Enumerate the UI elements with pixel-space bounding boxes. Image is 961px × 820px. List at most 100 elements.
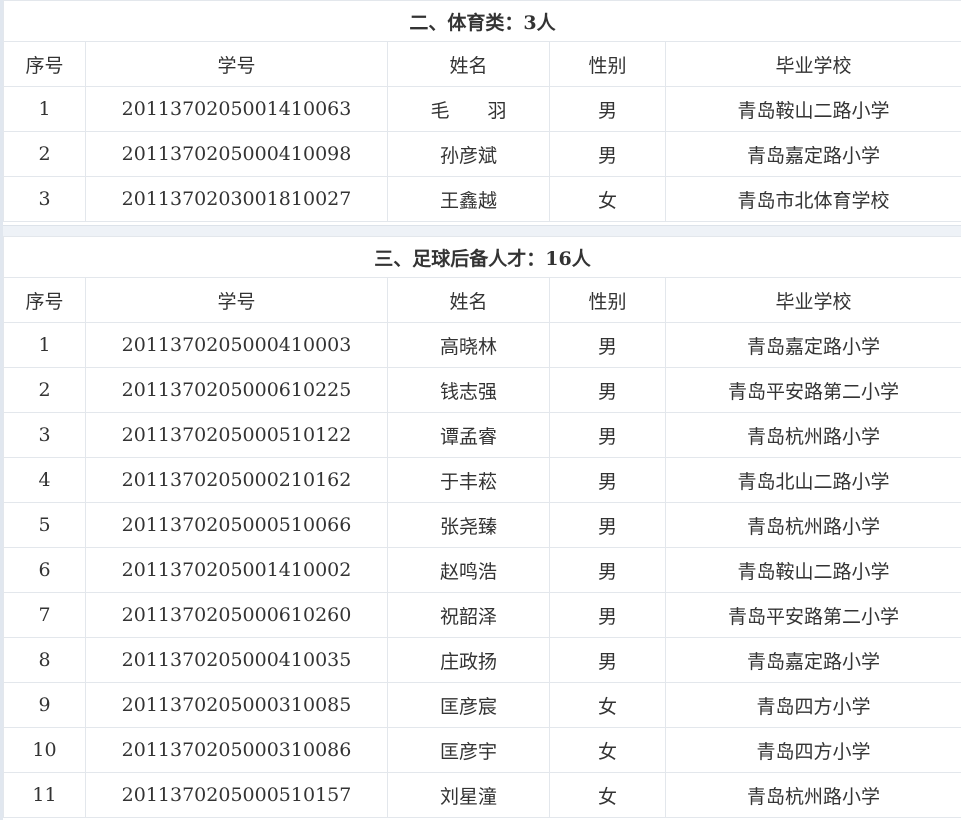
cell-seq: 5 bbox=[3, 502, 86, 548]
section-title: 三、足球后备人才：16人 bbox=[2, 236, 961, 278]
table-row: 9 2011370205000310085 匡彦宸女青岛四方小学 bbox=[3, 682, 961, 728]
cell-student-id: 2011370203001810027 bbox=[85, 176, 388, 222]
cell-student-id: 2011370205000310086 bbox=[85, 727, 388, 773]
cell-gender: 男 bbox=[549, 502, 666, 548]
cell-seq: 2 bbox=[3, 131, 86, 177]
cell-name: 谭孟睿 bbox=[387, 412, 550, 458]
cell-name: 高晓林 bbox=[387, 322, 550, 368]
table-row: 1 2011370205001410063 毛 羽男青岛鞍山二路小学 bbox=[3, 86, 961, 132]
header-seq: 序号 bbox=[3, 41, 86, 87]
cell-name: 于丰菘 bbox=[387, 457, 550, 503]
cell-name: 匡彦宸 bbox=[387, 682, 550, 728]
cell-name: 祝韶泽 bbox=[387, 592, 550, 638]
table-row: 3 2011370203001810027 王鑫越女青岛市北体育学校 bbox=[3, 176, 961, 222]
cell-gender: 男 bbox=[549, 131, 666, 177]
sports-category-table: 二、体育类：3人 序号 学号 姓名 性别 毕业学校 1 2011370205001… bbox=[2, 0, 961, 222]
cell-student-id: 2011370205001410063 bbox=[85, 86, 388, 132]
section-title: 二、体育类：3人 bbox=[2, 0, 961, 42]
cell-student-id: 2011370205000410035 bbox=[85, 637, 388, 683]
cell-student-id: 2011370205000410098 bbox=[85, 131, 388, 177]
cell-seq: 6 bbox=[3, 547, 86, 593]
table-row: 10 2011370205000310086 匡彦宇女青岛四方小学 bbox=[3, 727, 961, 773]
cell-school: 青岛嘉定路小学 bbox=[664, 322, 961, 368]
cell-gender: 男 bbox=[549, 86, 666, 132]
cell-seq: 9 bbox=[3, 682, 86, 728]
cell-gender: 女 bbox=[549, 682, 666, 728]
cell-seq: 11 bbox=[3, 772, 86, 818]
header-gender: 性别 bbox=[549, 277, 666, 323]
cell-seq: 1 bbox=[3, 322, 86, 368]
table-header-row: 序号 学号 姓名 性别 毕业学校 bbox=[3, 41, 961, 87]
table-row: 2 2011370205000610225 钱志强男青岛平安路第二小学 bbox=[3, 367, 961, 413]
cell-seq: 1 bbox=[3, 86, 86, 132]
section-title-row: 二、体育类：3人 bbox=[2, 0, 961, 42]
cell-school: 青岛市北体育学校 bbox=[664, 176, 961, 222]
cell-student-id: 2011370205000310085 bbox=[85, 682, 388, 728]
cell-name: 匡彦宇 bbox=[387, 727, 550, 773]
cell-seq: 3 bbox=[3, 412, 86, 458]
cell-school: 青岛鞍山二路小学 bbox=[664, 547, 961, 593]
header-seq: 序号 bbox=[3, 277, 86, 323]
cell-gender: 男 bbox=[549, 457, 666, 503]
cell-name: 赵鸣浩 bbox=[387, 547, 550, 593]
section-title-row: 三、足球后备人才：16人 bbox=[2, 236, 961, 278]
cell-gender: 男 bbox=[549, 637, 666, 683]
table-row: 11 2011370205000510157 刘星潼女青岛杭州路小学 bbox=[3, 772, 961, 818]
cell-gender: 女 bbox=[549, 727, 666, 773]
cell-student-id: 2011370205000410003 bbox=[85, 322, 388, 368]
cell-seq: 10 bbox=[3, 727, 86, 773]
table-row: 6 2011370205001410002 赵鸣浩男青岛鞍山二路小学 bbox=[3, 547, 961, 593]
cell-seq: 3 bbox=[3, 176, 86, 222]
table-row: 8 2011370205000410035 庄政扬男青岛嘉定路小学 bbox=[3, 637, 961, 683]
header-name: 姓名 bbox=[387, 277, 550, 323]
cell-gender: 女 bbox=[549, 176, 666, 222]
cell-name: 张尧臻 bbox=[387, 502, 550, 548]
cell-gender: 男 bbox=[549, 547, 666, 593]
cell-gender: 男 bbox=[549, 367, 666, 413]
cell-seq: 4 bbox=[3, 457, 86, 503]
cell-school: 青岛杭州路小学 bbox=[664, 412, 961, 458]
cell-gender: 男 bbox=[549, 322, 666, 368]
header-school: 毕业学校 bbox=[664, 41, 961, 87]
cell-school: 青岛四方小学 bbox=[664, 682, 961, 728]
cell-gender: 女 bbox=[549, 772, 666, 818]
cell-name: 王鑫越 bbox=[387, 176, 550, 222]
cell-name: 毛 羽 bbox=[387, 86, 550, 132]
cell-school: 青岛平安路第二小学 bbox=[664, 367, 961, 413]
cell-student-id: 2011370205000210162 bbox=[85, 457, 388, 503]
header-student-id: 学号 bbox=[85, 277, 388, 323]
table-row: 3 2011370205000510122 谭孟睿男青岛杭州路小学 bbox=[3, 412, 961, 458]
cell-school: 青岛杭州路小学 bbox=[664, 772, 961, 818]
header-school: 毕业学校 bbox=[664, 277, 961, 323]
table-row: 2 2011370205000410098 孙彦斌男青岛嘉定路小学 bbox=[3, 131, 961, 177]
cell-student-id: 2011370205000510157 bbox=[85, 772, 388, 818]
football-reserve-table: 三、足球后备人才：16人 序号 学号 姓名 性别 毕业学校 1 201137020… bbox=[2, 236, 961, 818]
cell-school: 青岛嘉定路小学 bbox=[664, 131, 961, 177]
cell-school: 青岛杭州路小学 bbox=[664, 502, 961, 548]
cell-student-id: 2011370205000510066 bbox=[85, 502, 388, 548]
cell-student-id: 2011370205000510122 bbox=[85, 412, 388, 458]
table-header-row: 序号 学号 姓名 性别 毕业学校 bbox=[3, 277, 961, 323]
cell-school: 青岛嘉定路小学 bbox=[664, 637, 961, 683]
table-row: 5 2011370205000510066 张尧臻男青岛杭州路小学 bbox=[3, 502, 961, 548]
cell-school: 青岛四方小学 bbox=[664, 727, 961, 773]
cell-student-id: 2011370205001410002 bbox=[85, 547, 388, 593]
cell-student-id: 2011370205000610225 bbox=[85, 367, 388, 413]
table-row: 4 2011370205000210162 于丰菘男青岛北山二路小学 bbox=[3, 457, 961, 503]
header-gender: 性别 bbox=[549, 41, 666, 87]
cell-school: 青岛北山二路小学 bbox=[664, 457, 961, 503]
cell-name: 钱志强 bbox=[387, 367, 550, 413]
header-student-id: 学号 bbox=[85, 41, 388, 87]
table-row: 1 2011370205000410003 高晓林男青岛嘉定路小学 bbox=[3, 322, 961, 368]
table-row: 7 2011370205000610260 祝韶泽男青岛平安路第二小学 bbox=[3, 592, 961, 638]
cell-seq: 2 bbox=[3, 367, 86, 413]
cell-gender: 男 bbox=[549, 412, 666, 458]
cell-seq: 7 bbox=[3, 592, 86, 638]
cell-seq: 8 bbox=[3, 637, 86, 683]
cell-name: 刘星潼 bbox=[387, 772, 550, 818]
cell-name: 庄政扬 bbox=[387, 637, 550, 683]
cell-school: 青岛鞍山二路小学 bbox=[664, 86, 961, 132]
cell-name: 孙彦斌 bbox=[387, 131, 550, 177]
cell-gender: 男 bbox=[549, 592, 666, 638]
cell-school: 青岛平安路第二小学 bbox=[664, 592, 961, 638]
